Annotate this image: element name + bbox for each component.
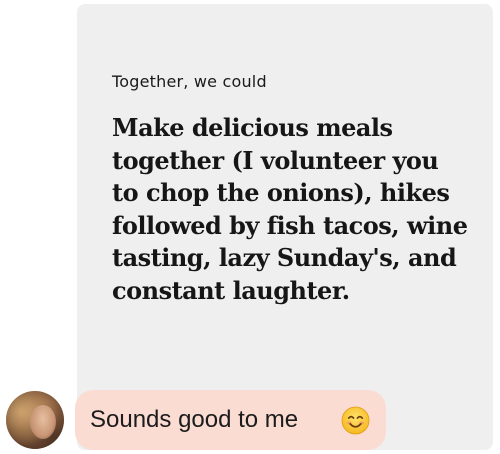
prompt-answer-line: followed by fish tacos, wine (112, 210, 468, 240)
avatar[interactable] (6, 391, 64, 449)
reply-text: Sounds good to me (90, 406, 299, 433)
prompt-answer-line: constant laughter. (112, 275, 350, 305)
prompt-label: Together, we could (112, 72, 267, 91)
prompt-answer-line: to chop the onions), hikes (112, 178, 450, 207)
smiling-face-icon (341, 406, 370, 435)
prompt-answer-line: together (I volunteer you (112, 145, 439, 175)
prompt-answer-line: tasting, lazy Sunday's, and (112, 243, 457, 272)
prompt-answer: Make delicious meals together (I volunte… (112, 112, 472, 307)
prompt-answer-line: Make delicious meals (112, 113, 393, 142)
avatar-face (30, 405, 56, 439)
